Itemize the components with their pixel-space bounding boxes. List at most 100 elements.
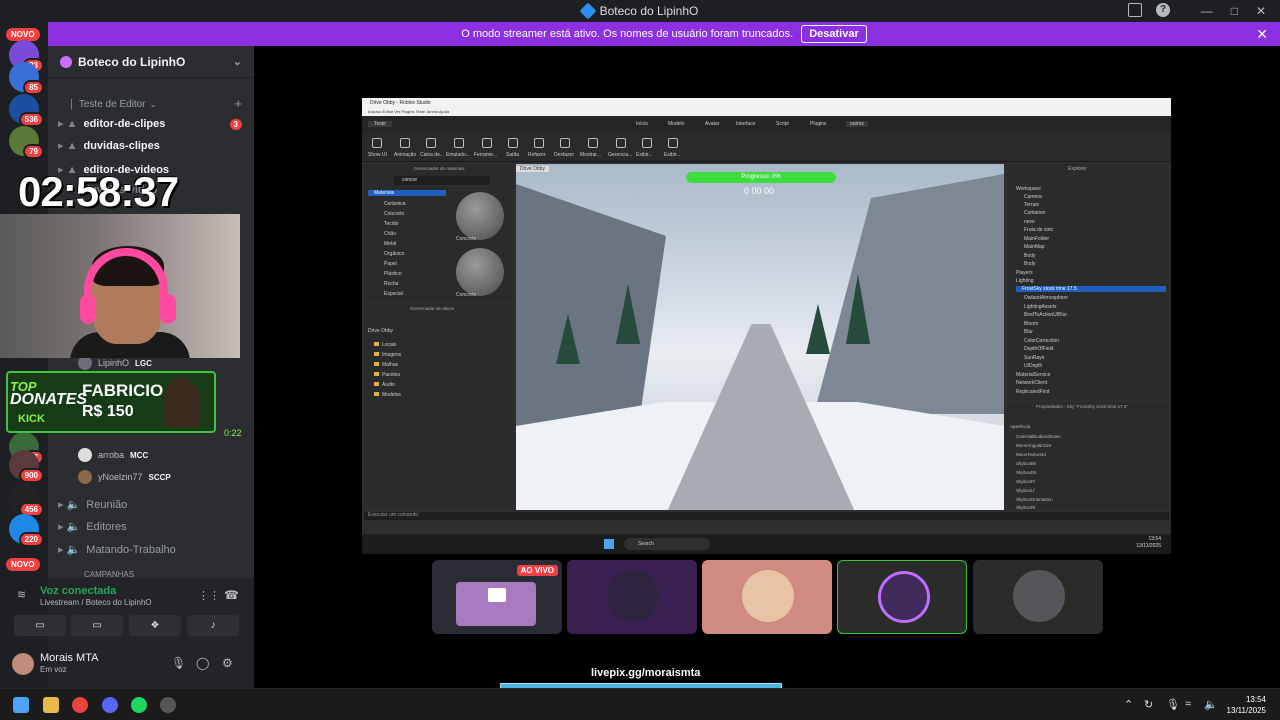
explorer-item[interactable]: MainFolder	[1024, 236, 1049, 242]
tool-button[interactable]: Desfazer	[554, 152, 574, 158]
explorer-item[interactable]: Bloom	[1024, 321, 1038, 327]
explorer-item[interactable]: ReplicatedFirst	[1016, 389, 1049, 395]
server-icon[interactable]: 79	[9, 126, 44, 159]
explorer-item[interactable]: LightingAssets	[1024, 304, 1057, 310]
explorer-item-selected[interactable]: FrostSky stock time 17.5	[1016, 286, 1166, 292]
material-category[interactable]: Cerâmica	[384, 201, 405, 207]
wifi-icon[interactable]: ≈	[1185, 698, 1191, 710]
explorer-item[interactable]: Camera	[1024, 194, 1042, 200]
material-category[interactable]: Rocha	[384, 281, 398, 287]
file-explorer-icon[interactable]	[43, 697, 59, 713]
server-icon[interactable]: 456	[9, 484, 44, 517]
explorer-item[interactable]: MainMap	[1024, 244, 1045, 250]
voice-channel-reuniao[interactable]: ▸ 🔈 Reunião	[58, 498, 127, 512]
soundboard-button[interactable]: ♪	[187, 615, 239, 636]
asset-folder[interactable]: Malhas	[374, 362, 398, 368]
tool-button[interactable]: Emulado...	[446, 152, 470, 158]
explorer-item[interactable]: Terrain	[1024, 202, 1039, 208]
studio-tab-active[interactable]: outros	[846, 121, 868, 127]
voice-channel-matando-trabalho[interactable]: ▸ 🔈 Matando-Trabalho	[58, 543, 176, 557]
headphones-icon[interactable]: ◯	[196, 656, 209, 670]
tool-button[interactable]: Gerencia...	[608, 152, 632, 158]
material-category[interactable]: Tecido	[384, 221, 398, 227]
minimize-button[interactable]: —	[1201, 4, 1213, 18]
asset-folder[interactable]: Pacotes	[374, 372, 400, 378]
explorer-item[interactable]: Players	[1016, 270, 1033, 276]
gear-icon[interactable]: ⚙	[222, 656, 233, 670]
screen-share-button[interactable]: ▭	[71, 615, 123, 636]
help-icon[interactable]: ?	[1156, 3, 1170, 17]
os-search-input[interactable]: Search	[624, 538, 710, 550]
material-category[interactable]: Concreto	[384, 211, 404, 217]
close-icon[interactable]: ✕	[1256, 26, 1268, 43]
chevron-up-icon[interactable]: ⌃	[1124, 698, 1133, 711]
material-category[interactable]: Especial	[384, 291, 403, 297]
soundboard-icon[interactable]: ⋮⋮	[198, 589, 220, 602]
viewport-tab[interactable]: Drive Obby	[516, 166, 550, 172]
explorer-item[interactable]: BindToActionUIBlur	[1024, 312, 1067, 318]
server-header[interactable]: Boteco do LipinhO ⌄	[48, 46, 254, 78]
windows-start-icon[interactable]	[13, 697, 29, 713]
microphone-icon[interactable]: 🎙	[171, 656, 186, 670]
studio-tab-file[interactable]: Teste	[368, 121, 392, 127]
maximize-button[interactable]: □	[1231, 4, 1238, 18]
studio-tab[interactable]: Interface	[736, 121, 755, 127]
voice-user[interactable]: arroba MCC	[78, 448, 148, 462]
disconnect-icon[interactable]: ☎	[224, 588, 239, 602]
tool-button[interactable]: Caixa de...	[420, 152, 444, 158]
microphone-icon[interactable]: 🎙	[1166, 698, 1180, 711]
server-icon[interactable]: 536	[9, 94, 44, 127]
explorer-item[interactable]: Workspace	[1016, 186, 1041, 192]
explorer-item[interactable]: NetworkClient	[1016, 380, 1047, 386]
app-icon[interactable]	[160, 697, 176, 713]
tool-button[interactable]: Saída	[506, 152, 519, 158]
participant-tile[interactable]	[567, 560, 697, 634]
material-category[interactable]: Chão	[384, 231, 396, 237]
explorer-item[interactable]: neve	[1024, 219, 1035, 225]
channel-editor-de-clipes[interactable]: ▸ ▲ editor-de-clipes	[58, 117, 165, 131]
close-window-button[interactable]: ✕	[1256, 4, 1266, 18]
command-bar[interactable]: Executar um comando	[364, 512, 1169, 520]
tool-button[interactable]: Exibir...	[664, 152, 680, 158]
chevron-down-icon[interactable]: ⌄	[233, 55, 242, 68]
tool-button[interactable]: Mostrar...	[580, 152, 601, 158]
asset-folder[interactable]: Locais	[374, 342, 396, 348]
material-category[interactable]: Papel	[384, 261, 397, 267]
material-preview[interactable]	[456, 192, 504, 240]
material-category[interactable]: Plástico	[384, 271, 402, 277]
explorer-item[interactable]: Blur	[1024, 329, 1033, 335]
material-category[interactable]: Metal	[384, 241, 396, 247]
participant-tile[interactable]	[973, 560, 1103, 634]
material-search-input[interactable]: concre	[394, 176, 490, 185]
discord-icon[interactable]	[102, 697, 118, 713]
asset-folder[interactable]: Áudio	[374, 382, 395, 388]
chrome-icon[interactable]	[72, 697, 88, 713]
tool-button[interactable]: Exibir...	[636, 152, 652, 158]
tool-button[interactable]: Refazer	[528, 152, 546, 158]
tool-button[interactable]: Show UI	[368, 152, 387, 158]
category-teste-de-editor[interactable]: | Teste de Editor ⌄	[70, 98, 156, 110]
windows-start-icon[interactable]	[604, 539, 614, 549]
activities-button[interactable]: ❖	[129, 615, 181, 636]
server-icon[interactable]: 220	[9, 514, 44, 547]
explorer-item[interactable]: ColorCorrection	[1024, 338, 1059, 344]
disable-streamer-mode-button[interactable]: Desativar	[801, 25, 867, 43]
camera-toggle-button[interactable]: ▭	[14, 615, 66, 636]
server-icon[interactable]: 900	[9, 450, 44, 483]
explorer-item[interactable]: Fruta de sino	[1024, 227, 1053, 233]
voice-channel-editores[interactable]: ▸ 🔈 Editores	[58, 520, 127, 534]
voice-user[interactable]: yNoelzin77 SCCP	[78, 470, 171, 484]
participant-tile-speaking[interactable]	[837, 560, 967, 634]
explorer-item[interactable]: Container	[1024, 210, 1046, 216]
material-category[interactable]: Materiais	[368, 190, 446, 196]
add-channel-icon[interactable]: +	[234, 96, 242, 111]
tool-button[interactable]: Ferrame...	[474, 152, 497, 158]
material-preview[interactable]	[456, 248, 504, 296]
voice-location[interactable]: Livestream / Boteco do LipinhO	[40, 598, 152, 607]
game-viewport[interactable]: Drive Obby Progresso: 0% 0 00 00	[516, 164, 1004, 510]
explorer-item[interactable]: SunRays	[1024, 355, 1044, 361]
volume-icon[interactable]: 🔈	[1204, 698, 1218, 711]
asset-folder[interactable]: Modelos	[374, 392, 401, 398]
spotify-icon[interactable]	[131, 697, 147, 713]
channel-duvidas-clipes[interactable]: ▸ ▲ duvidas-clipes	[58, 139, 160, 153]
